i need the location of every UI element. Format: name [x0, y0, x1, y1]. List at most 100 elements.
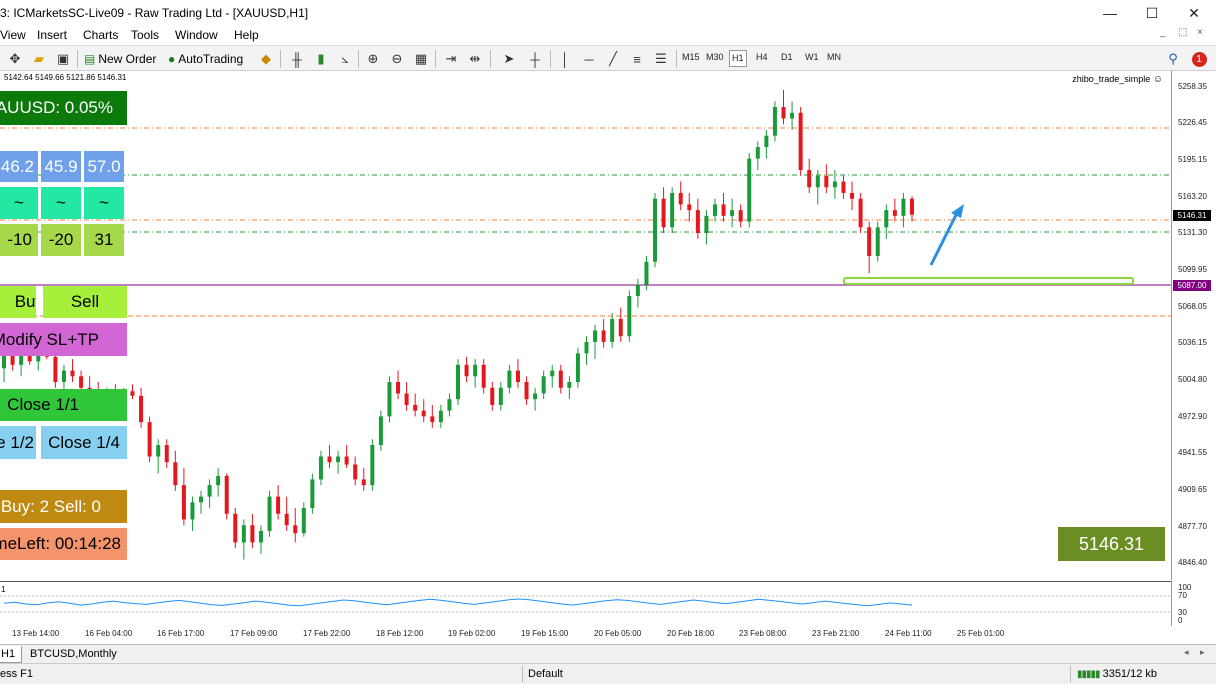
autoscroll-icon[interactable]: ⇹ — [466, 50, 484, 68]
crosshair-move-icon[interactable]: ✥ — [6, 50, 24, 68]
candle-body — [858, 198, 863, 228]
candle-body — [464, 364, 469, 377]
candle-body — [258, 530, 263, 543]
horizontal-line-icon[interactable]: ─ — [580, 50, 598, 68]
modify-sl-tp-button[interactable]: Modify SL+TP — [0, 323, 127, 356]
tf-h4[interactable]: H4 — [756, 52, 768, 62]
oscillator-line — [3, 598, 913, 607]
new-order-button[interactable]: ▤ New Order — [84, 49, 156, 69]
candle-body — [378, 416, 383, 446]
candle-body — [370, 445, 375, 486]
price-label: 4877.70 — [1178, 522, 1207, 531]
menu-window[interactable]: Window — [175, 28, 218, 42]
search-icon[interactable]: ⚲ — [1164, 50, 1182, 68]
candle-body — [250, 525, 255, 543]
tf-h1[interactable]: H1 — [729, 50, 747, 67]
menu-insert[interactable]: Insert — [37, 28, 67, 42]
candle-body — [216, 475, 221, 486]
trend-1: ~ — [0, 187, 38, 219]
tab-btcusd-monthly[interactable]: BTCUSD,Monthly — [24, 646, 123, 663]
time-label: 24 Feb 11:00 — [885, 629, 932, 638]
candle-body — [267, 496, 272, 531]
eraser-icon[interactable]: ◆ — [257, 50, 275, 68]
buy-button[interactable]: Buy — [0, 286, 36, 318]
candle-body — [764, 135, 769, 148]
autotrading-button[interactable]: ● AutoTrading — [168, 49, 243, 69]
menu-view[interactable]: View — [0, 28, 26, 42]
candle-body — [413, 404, 418, 411]
zoom-out-icon[interactable]: ⊖ — [388, 50, 406, 68]
num-2: -20 — [41, 224, 81, 256]
price-label: 4941.55 — [1178, 448, 1207, 457]
tf-m15[interactable]: M15 — [682, 52, 700, 62]
crosshair-icon[interactable]: ┼ — [526, 50, 544, 68]
candle-body — [181, 485, 186, 520]
candle-body — [781, 107, 786, 119]
arrow-head — [951, 204, 964, 218]
chart-shift-icon[interactable]: ⇥ — [442, 50, 460, 68]
cursor-icon[interactable]: ➤ — [500, 50, 518, 68]
tile-windows-icon[interactable]: ▦ — [412, 50, 430, 68]
close-full-button[interactable]: Close 1/1 — [0, 389, 127, 421]
child-minimize-button[interactable]: _ — [1160, 27, 1166, 38]
fibo-levels-icon[interactable]: ☰ — [652, 50, 670, 68]
candle-body — [790, 112, 795, 119]
candle-body — [533, 393, 538, 400]
close-button[interactable]: ✕ — [1177, 2, 1211, 24]
tf-w1[interactable]: W1 — [805, 52, 819, 62]
trendline-icon[interactable]: ╱ — [604, 50, 622, 68]
arrow-line — [929, 212, 959, 266]
rsi-level: 0 — [1178, 616, 1183, 625]
candle-body — [601, 330, 606, 342]
price-label: 5068.05 — [1178, 302, 1207, 311]
candle-body — [567, 382, 572, 388]
fibonacci-icon[interactable]: ≡ — [628, 50, 646, 68]
tab-xauusd-h1[interactable]: H1 — [0, 646, 23, 663]
new-order-label: New Order — [98, 52, 157, 66]
zoom-in-icon[interactable]: ⊕ — [364, 50, 382, 68]
candle-body — [438, 410, 443, 423]
tf-mn[interactable]: MN — [827, 52, 841, 62]
maximize-button[interactable]: ☐ — [1135, 2, 1169, 24]
price-label: 5163.20 — [1178, 192, 1207, 201]
candle-body — [70, 370, 75, 377]
menu-charts[interactable]: Charts — [83, 28, 118, 42]
time-label: 18 Feb 12:00 — [376, 629, 424, 638]
tf-m30[interactable]: M30 — [706, 52, 724, 62]
oscillator-plot — [0, 595, 1171, 613]
folder-icon[interactable]: ▰ — [30, 50, 48, 68]
tab-scroll-left-icon[interactable]: ◂ — [1184, 647, 1189, 658]
candle-body — [310, 479, 315, 509]
notification-icon[interactable]: 1 — [1190, 50, 1208, 68]
menu-tools[interactable]: Tools — [131, 28, 159, 42]
tf-d1[interactable]: D1 — [781, 52, 793, 62]
candle-body — [284, 513, 289, 526]
vertical-line-icon[interactable]: │ — [556, 50, 574, 68]
candle-body — [344, 456, 349, 465]
minimize-button[interactable]: — — [1093, 2, 1127, 24]
main-chart[interactable]: 5142.64 5149.66 5121.86 5146.31 zhibo_tr… — [0, 71, 1172, 580]
time-label: 17 Feb 09:00 — [230, 629, 278, 638]
connection-status: ▮▮▮▮▮ 3351/12 kb — [1077, 668, 1157, 680]
candle-body — [670, 192, 675, 228]
candle-body — [507, 370, 512, 388]
menu-help[interactable]: Help — [234, 28, 259, 42]
bar-chart-icon[interactable]: ╫ — [288, 50, 306, 68]
time-label: 17 Feb 22:00 — [303, 629, 351, 638]
sell-button[interactable]: Sell — [43, 286, 127, 318]
window-icon[interactable]: ▣ — [54, 50, 72, 68]
indicator-subwindow[interactable]: 1 — [0, 581, 1172, 626]
ohlc-readout: 5142.64 5149.66 5121.86 5146.31 — [4, 73, 127, 82]
child-restore-button[interactable]: ⬚ — [1178, 27, 1187, 38]
close-half-button[interactable]: Close 1/2 — [0, 426, 36, 459]
child-close-button[interactable]: × — [1197, 27, 1203, 38]
candlestick-icon[interactable]: ▮ — [312, 50, 330, 68]
menu-bar: View Insert Charts Tools Window Help _ ⬚… — [0, 26, 1216, 45]
candle-body — [318, 456, 323, 480]
tab-scroll-right-icon[interactable]: ▸ — [1200, 647, 1205, 658]
candle-body — [524, 382, 529, 400]
trend-2: ~ — [41, 187, 81, 219]
close-quarter-button[interactable]: Close 1/4 — [41, 426, 127, 459]
candle-body — [130, 391, 135, 396]
line-chart-icon[interactable]: ⦣ — [336, 50, 354, 68]
